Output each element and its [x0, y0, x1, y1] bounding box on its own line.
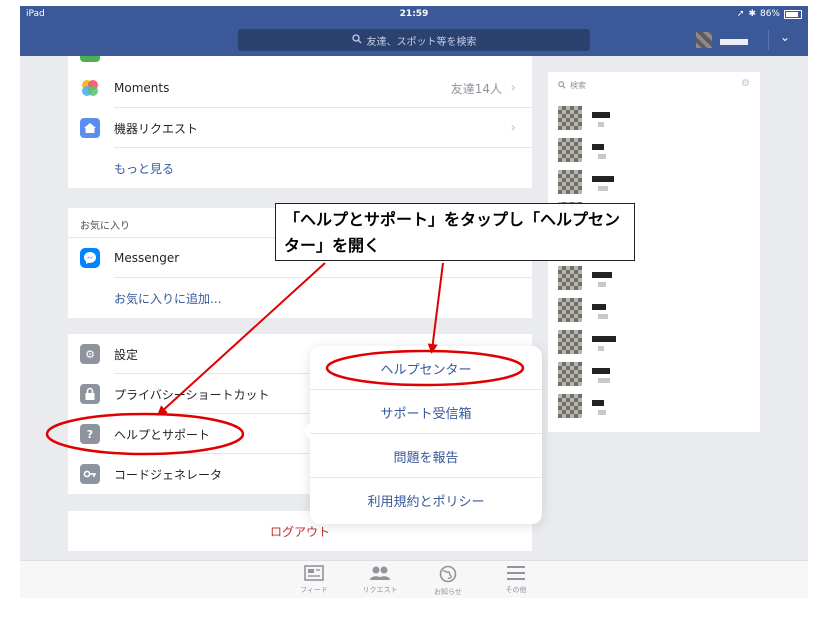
popover-item-terms-policies[interactable]: 利用規約とポリシー [310, 478, 542, 522]
key-icon [80, 464, 100, 484]
search-icon [351, 33, 362, 47]
profile-avatar[interactable] [696, 32, 712, 48]
popover-item-report-problem[interactable]: 問題を報告 [310, 434, 542, 478]
friend-name-blurred [592, 176, 614, 182]
bluetooth-icon: ✱ [748, 9, 756, 19]
instruction-callout: 「ヘルプとサポート」をタップし「ヘルプセン ター」を開く [275, 203, 635, 261]
friend-status-blurred [598, 410, 606, 415]
friend-avatar [558, 330, 582, 354]
gear-icon[interactable]: ⚙ [741, 78, 750, 89]
menu-card-apps: Moments 友達14人 › 機器リクエスト › もっと見る [68, 56, 532, 188]
menu-item-label: コードジェネレータ [114, 467, 223, 482]
moments-friend-count: 友達14人 [450, 81, 502, 96]
friend-name-blurred [592, 272, 612, 278]
question-icon: ? [80, 424, 100, 444]
menu-item-label: Moments [114, 81, 170, 95]
menu-item-see-more[interactable]: もっと見る [68, 148, 532, 188]
lock-icon [80, 384, 100, 404]
friend-status-blurred [598, 314, 608, 319]
tab-notifications[interactable]: お知らせ [418, 565, 478, 597]
menu-item-label: ヘルプとサポート [114, 427, 211, 442]
menu-item-label: 設定 [114, 347, 139, 362]
favorite-item-label: Messenger [114, 251, 180, 265]
friend-status-blurred [598, 122, 604, 127]
menu-item-label: 機器リクエスト [114, 121, 199, 136]
menu-item-device-request[interactable]: 機器リクエスト › [68, 108, 532, 148]
popover-item-help-center[interactable]: ヘルプセンター [310, 346, 542, 390]
popover-item-label: 問題を報告 [393, 450, 459, 466]
friend-avatar [558, 138, 582, 162]
messenger-icon [80, 248, 100, 268]
add-favorite-link: お気に入りに追加... [114, 291, 222, 306]
friend-name-blurred [592, 336, 616, 342]
tab-label: お知らせ [434, 588, 462, 596]
house-device-icon [80, 118, 100, 138]
friend-status-blurred [598, 346, 604, 351]
nav-divider [768, 30, 769, 50]
card-top-partial [68, 56, 532, 68]
popover-item-label: ヘルプセンター [380, 362, 472, 378]
friend-status-blurred [598, 282, 606, 287]
app-icon-partial [80, 56, 100, 62]
menu-icon [486, 565, 546, 585]
menu-item-moments[interactable]: Moments 友達14人 › [68, 68, 532, 108]
feed-icon [284, 565, 344, 585]
battery-fill [786, 11, 799, 17]
tab-label: フィード [300, 586, 328, 594]
friends-search-placeholder: 検索 [570, 81, 586, 90]
friend-avatar [558, 266, 582, 290]
logout-label: ログアウト [269, 524, 330, 539]
globe-icon [418, 565, 478, 587]
search-input[interactable]: 友達、スポット等を検索 [238, 29, 590, 51]
friend-avatar [558, 106, 582, 130]
friend-status-blurred [598, 154, 606, 159]
status-right: ➚ ✱ 86% [737, 9, 802, 19]
top-nav-bar: 友達、スポット等を検索 ⌄ [20, 24, 808, 56]
see-more-link: もっと見る [114, 161, 175, 176]
friend-avatar [558, 362, 582, 386]
moments-icon [80, 78, 100, 98]
add-favorite-item[interactable]: お気に入りに追加... [68, 278, 532, 318]
friend-avatar [558, 170, 582, 194]
chevron-down-icon[interactable]: ⌄ [780, 30, 790, 44]
search-placeholder: 友達、スポット等を検索 [366, 36, 477, 48]
popover-item-support-inbox[interactable]: サポート受信箱 [310, 390, 542, 434]
tab-label: リクエスト [362, 586, 398, 594]
tab-more[interactable]: その他 [486, 565, 546, 595]
friend-status-blurred [598, 378, 610, 383]
friend-name-blurred [592, 144, 604, 150]
friend-status-blurred [598, 186, 608, 191]
battery-icon [784, 9, 802, 19]
ipad-screen: iPad 21:59 ➚ ✱ 86% 友達、スポット等を検索 ⌄ Moments… [20, 6, 808, 598]
callout-line-1: 「ヘルプとサポート」をタップし「ヘルプセン [284, 210, 621, 229]
profile-name-blurred[interactable] [720, 39, 748, 45]
friend-name-blurred [592, 304, 606, 310]
friend-name-blurred [592, 112, 610, 118]
friend-avatar [558, 394, 582, 418]
search-icon [558, 80, 566, 91]
gear-icon: ⚙ [80, 344, 100, 364]
popover-item-label: 利用規約とポリシー [367, 494, 485, 510]
status-bar: iPad 21:59 ➚ ✱ 86% [20, 6, 808, 24]
chevron-right-icon: › [510, 80, 516, 96]
friends-icon [350, 565, 410, 585]
popover-item-label: サポート受信箱 [380, 406, 472, 422]
menu-item-label: プライバシーショートカット [114, 387, 270, 402]
tab-requests[interactable]: リクエスト [350, 565, 410, 595]
tab-feed[interactable]: フィード [284, 565, 344, 595]
friend-name-blurred [592, 368, 610, 374]
friends-search-input[interactable]: 検索 [558, 80, 586, 91]
help-support-popover: ヘルプセンター サポート受信箱 問題を報告 利用規約とポリシー [302, 346, 542, 524]
chevron-right-icon: › [510, 120, 516, 136]
battery-percent: 86% [759, 9, 780, 19]
bottom-tab-bar: フィード リクエスト お知らせ その他 [20, 560, 808, 598]
callout-line-2: ター」を開く [284, 236, 381, 255]
friend-avatar [558, 298, 582, 322]
location-icon: ➚ [736, 9, 745, 19]
clock: 21:59 [399, 9, 429, 19]
friend-name-blurred [592, 400, 604, 406]
tab-label: その他 [505, 586, 527, 594]
